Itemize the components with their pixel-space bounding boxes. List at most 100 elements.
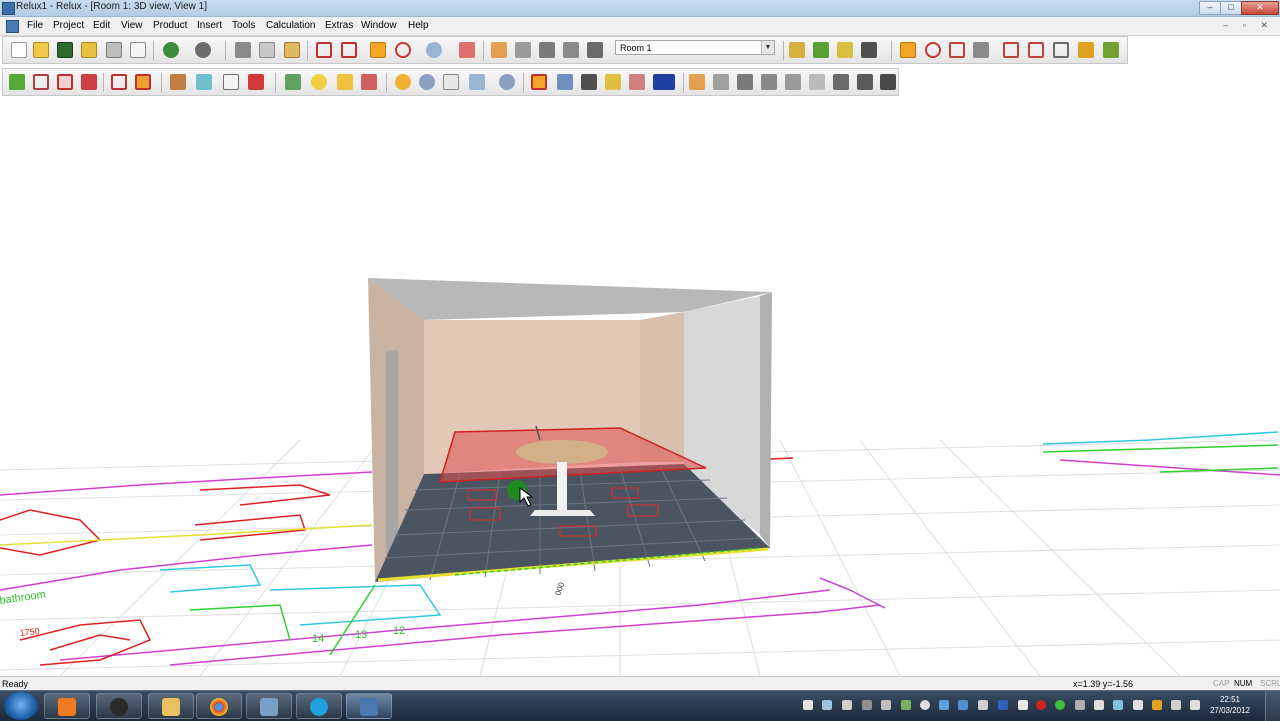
window-object-icon[interactable] bbox=[196, 74, 212, 90]
view-left-icon[interactable] bbox=[761, 74, 777, 90]
tray-calendar-icon[interactable] bbox=[842, 700, 852, 710]
system-clock[interactable]: 22:51 27/03/2012 bbox=[1205, 694, 1255, 716]
furniture-icon[interactable] bbox=[170, 74, 186, 90]
luminaire-icon[interactable] bbox=[789, 42, 805, 58]
menu-tools[interactable]: Tools bbox=[232, 20, 255, 31]
snap-raster-icon[interactable] bbox=[531, 74, 547, 90]
tray-monitor2-icon[interactable] bbox=[958, 700, 968, 710]
view-back-icon[interactable] bbox=[737, 74, 753, 90]
zoom-window-icon[interactable] bbox=[469, 74, 485, 90]
grid-icon[interactable] bbox=[316, 42, 332, 58]
menu-edit[interactable]: Edit bbox=[93, 20, 110, 31]
align-right-icon[interactable] bbox=[1028, 42, 1044, 58]
room-outline-icon[interactable] bbox=[57, 74, 73, 90]
view-top-icon[interactable] bbox=[689, 74, 705, 90]
snap-object-icon[interactable] bbox=[557, 74, 573, 90]
tray-window-icon[interactable] bbox=[803, 700, 813, 710]
mdi-window-buttons[interactable]: – ▫ ✕ bbox=[1223, 20, 1274, 31]
view-front-icon[interactable] bbox=[713, 74, 729, 90]
view-cube-icon[interactable] bbox=[515, 42, 531, 58]
render-icon[interactable] bbox=[581, 74, 597, 90]
chevron-down-icon[interactable]: ▼ bbox=[761, 41, 774, 54]
cut-icon[interactable] bbox=[235, 42, 251, 58]
tray-monitor-icon[interactable] bbox=[822, 700, 832, 710]
mirror-icon[interactable] bbox=[973, 42, 989, 58]
taskbar-media-player[interactable] bbox=[44, 693, 90, 719]
print-icon[interactable] bbox=[106, 42, 122, 58]
tray-network-icon[interactable] bbox=[901, 700, 911, 710]
redo-icon[interactable] bbox=[195, 42, 211, 58]
menu-project[interactable]: Project bbox=[53, 20, 84, 31]
view-plan-icon[interactable] bbox=[587, 42, 603, 58]
3d-viewport[interactable]: bathroom 14 13 12 1750 000 bbox=[0, 98, 1280, 676]
minimize-button[interactable]: – bbox=[1199, 1, 1221, 15]
tray-flag-icon[interactable] bbox=[1094, 700, 1104, 710]
copy-icon[interactable] bbox=[259, 42, 275, 58]
move-object-icon[interactable] bbox=[900, 42, 916, 58]
menu-insert[interactable]: Insert bbox=[197, 20, 222, 31]
rotate-icon[interactable] bbox=[395, 42, 411, 58]
room-grid-icon[interactable] bbox=[33, 74, 49, 90]
undo-icon[interactable] bbox=[163, 42, 179, 58]
taskbar-file-explorer[interactable] bbox=[148, 693, 194, 719]
view-box-icon[interactable] bbox=[539, 42, 555, 58]
menu-product[interactable]: Product bbox=[153, 20, 187, 31]
taskbar-relux[interactable] bbox=[346, 693, 392, 719]
taskbar-chrome[interactable] bbox=[196, 693, 242, 719]
zoom-icon[interactable] bbox=[426, 42, 442, 58]
view-iso-icon[interactable] bbox=[833, 74, 849, 90]
start-button[interactable] bbox=[4, 692, 38, 720]
magnifier-icon[interactable] bbox=[419, 74, 435, 90]
pan-hand-icon[interactable] bbox=[443, 74, 459, 90]
save-icon[interactable] bbox=[57, 42, 73, 58]
tray-volume-icon[interactable] bbox=[1171, 700, 1181, 710]
menu-extras[interactable]: Extras bbox=[325, 20, 353, 31]
luminaire-line-icon[interactable] bbox=[837, 42, 853, 58]
eraser-icon[interactable] bbox=[248, 74, 264, 90]
product-icon[interactable] bbox=[337, 74, 353, 90]
tray-network2-icon[interactable] bbox=[1075, 700, 1085, 710]
wall-tool-icon[interactable] bbox=[9, 74, 25, 90]
tray-battery-icon[interactable] bbox=[1152, 700, 1162, 710]
view-side-icon[interactable] bbox=[563, 42, 579, 58]
open-folder-icon[interactable] bbox=[33, 42, 49, 58]
new-file-icon[interactable] bbox=[11, 42, 27, 58]
tray-clock-icon[interactable] bbox=[920, 700, 930, 710]
tray-wifi-icon[interactable] bbox=[1018, 700, 1028, 710]
tray-speaker-icon[interactable] bbox=[881, 700, 891, 710]
light-icon[interactable] bbox=[605, 74, 621, 90]
menu-calculation[interactable]: Calculation bbox=[266, 20, 315, 31]
maximize-button[interactable]: □ bbox=[1220, 1, 1242, 15]
relux-app-icon[interactable] bbox=[2, 2, 15, 15]
light-scene-icon[interactable] bbox=[1103, 42, 1119, 58]
3d-view-icon[interactable] bbox=[653, 74, 675, 90]
tray-update-icon[interactable] bbox=[1055, 700, 1065, 710]
print-preview-icon[interactable] bbox=[130, 42, 146, 58]
taskbar-skype[interactable] bbox=[296, 693, 342, 719]
measurement-plane-icon[interactable] bbox=[285, 74, 301, 90]
taskbar-network-tool[interactable] bbox=[246, 693, 292, 719]
calc-point-icon[interactable] bbox=[361, 74, 377, 90]
measure-icon[interactable] bbox=[1078, 42, 1094, 58]
zoom-all-icon[interactable] bbox=[499, 74, 515, 90]
align-left-icon[interactable] bbox=[1003, 42, 1019, 58]
room-view-icon[interactable] bbox=[491, 42, 507, 58]
box-object-icon[interactable] bbox=[1053, 42, 1069, 58]
lamp-icon[interactable] bbox=[311, 74, 327, 90]
close-button[interactable]: ✕ bbox=[1241, 1, 1279, 15]
taskbar-hp[interactable] bbox=[96, 693, 142, 719]
table-top[interactable] bbox=[516, 440, 608, 464]
light-distribution-icon[interactable] bbox=[629, 74, 645, 90]
view-persp-icon[interactable] bbox=[857, 74, 873, 90]
show-desktop-button[interactable] bbox=[1265, 691, 1280, 721]
raster-icon[interactable] bbox=[111, 74, 127, 90]
tray-security-icon[interactable] bbox=[1036, 700, 1046, 710]
tray-device-icon[interactable] bbox=[862, 700, 872, 710]
tray-media-icon[interactable] bbox=[978, 700, 988, 710]
orbit-icon[interactable] bbox=[395, 74, 411, 90]
room-3d-model[interactable] bbox=[368, 278, 772, 582]
tray-settings-icon[interactable] bbox=[1133, 700, 1143, 710]
menu-view[interactable]: View bbox=[121, 20, 143, 31]
scale-icon[interactable] bbox=[949, 42, 965, 58]
view-bottom-icon[interactable] bbox=[809, 74, 825, 90]
